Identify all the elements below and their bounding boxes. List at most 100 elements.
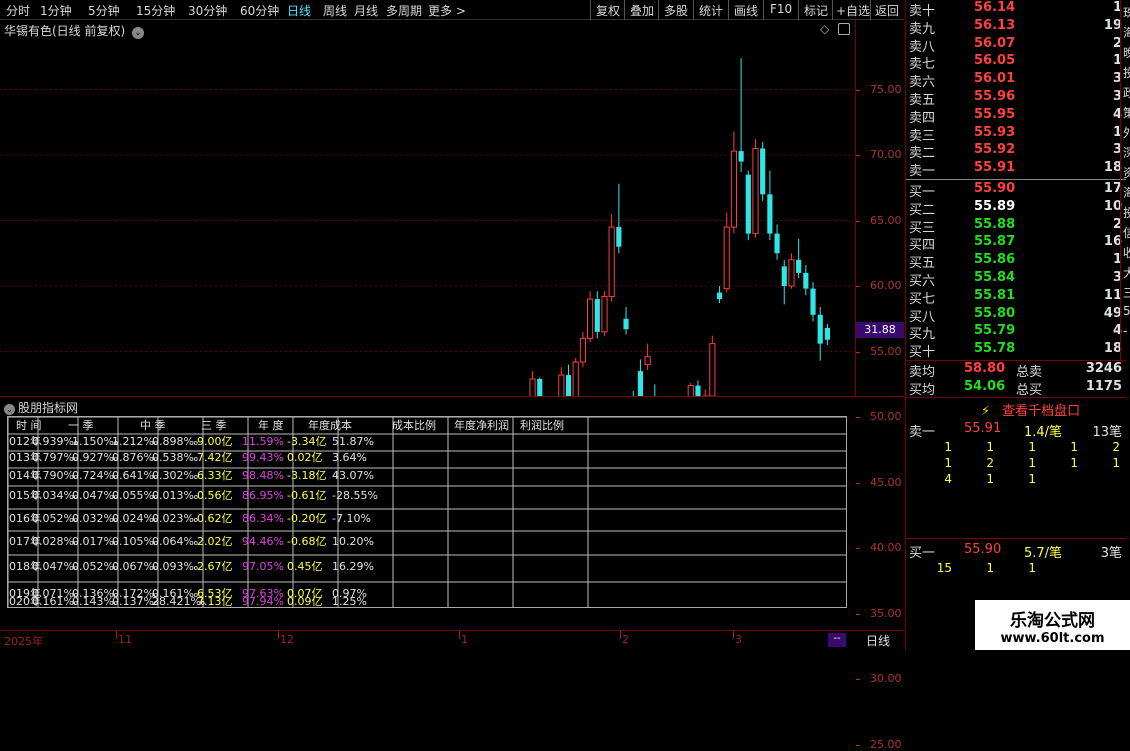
tab-fenshi[interactable]: 分时 [6,2,30,19]
statistics-button[interactable]: 统计 [699,2,723,19]
queue-order: 1 [1112,456,1120,470]
tab-15min[interactable]: 15分钟 [136,2,175,19]
ask-row[interactable]: 卖七 56.05 1 [906,53,1126,72]
watermark-logo: 乐淘公式网 www.60lt.com [975,600,1130,650]
bid-row[interactable]: 买三 55.88 2 [906,216,1126,236]
bid-row[interactable]: 买四 55.87 16 [906,234,1126,253]
bid-row[interactable]: 买九 55.79 4 [906,323,1126,342]
ask-row[interactable]: 卖五 55.96 3 [906,89,1126,108]
queue-avg: 1.4/笔 [1024,425,1063,440]
queue-order: 1 [1028,440,1036,454]
ask-row[interactable]: 卖二 55.92 3 [906,142,1126,161]
ask-row[interactable]: 卖六 56.01 3 [906,71,1126,90]
total-value: 1175 [1085,379,1122,394]
avg-label: 卖均 [909,365,936,380]
queue-price: 55.90 [964,542,1002,557]
candle-body [587,298,594,339]
candle-body [774,233,780,254]
table-header: 中 季 [140,419,166,432]
ask-row[interactable]: 卖一 55.91 18 [906,160,1126,179]
candle-body [803,272,809,289]
table-cell: 99.43% [242,451,284,464]
f10-button[interactable]: F10 [770,2,792,16]
table-cell: 0.45亿 [287,560,323,573]
table-header: 三 季 [201,419,227,432]
bid-row[interactable]: 买十 55.78 18 [906,341,1126,360]
bid-row[interactable]: 买二 55.89 10 [906,199,1126,218]
tab-daily[interactable]: 日线 [287,2,311,19]
bid-row[interactable]: 买一 55.90 17 [906,181,1126,200]
date-tick [459,631,460,639]
bid-row[interactable]: 买五 55.86 1 [906,252,1126,271]
add-watchlist-button[interactable]: +自选 [836,2,870,19]
date-label-dec: 12 [280,633,294,646]
ask-row[interactable]: 卖九 56.13 19 [906,18,1126,37]
candle-body [594,299,600,332]
back-button[interactable]: 返回 [875,2,899,19]
ask-row[interactable]: 卖四 55.95 4 [906,107,1126,126]
chevron-down-icon[interactable]: ⌄ [4,404,15,415]
tab-5min[interactable]: 5分钟 [88,2,120,19]
candle-body [788,259,795,287]
logo-url: www.60lt.com [1000,631,1105,646]
queue-order: 1 [1028,472,1036,486]
queue-header: 买一 55.90 5.7/笔 3笔 [906,542,1126,561]
date-label-nov: 11 [118,633,132,646]
bid-price: 55.88 [974,216,1016,232]
bid-row[interactable]: 买八 55.80 49 [906,305,1126,325]
candle-body [767,194,773,234]
toolbar-divider [658,0,659,20]
edge-char: 海 [1123,24,1130,41]
bottom-period-label[interactable]: 日线 [866,632,890,649]
bid-row[interactable]: 买六 55.84 3 [906,270,1126,289]
tab-weekly[interactable]: 周线 [323,2,347,19]
edge-char: 收 [1123,244,1130,261]
bid-label: 买七 [909,291,936,307]
tab-monthly[interactable]: 月线 [354,2,378,19]
bid-price: 55.81 [974,287,1016,303]
y-tick-mark [856,548,860,549]
toolbar-divider [624,0,625,20]
lightning-icon: ⚡ [981,404,991,419]
queue-order: 1 [986,561,994,575]
bid-price: 55.80 [974,305,1016,321]
queue-order: 1 [986,440,994,454]
section-divider [906,397,1126,398]
edge-char: 投 [1123,204,1130,221]
table-cell: 6.33亿 [197,469,233,482]
right-edge-strip: 珠海晚投政策外深资海投信收大三5- [1120,0,1130,360]
date-label-jan: 1 [461,633,468,646]
edge-char: 珠 [1123,4,1130,21]
table-cell: 97.05% [242,560,284,573]
scroll-end-marker[interactable]: -- [828,633,846,647]
queue-avg: 5.7/笔 [1024,546,1063,561]
date-tick [278,631,279,639]
view-depth-button[interactable]: ⚡ 查看千档盘口 [981,400,1080,419]
overlay-button[interactable]: 叠加 [630,2,654,19]
y-tick-label: 40.00 [870,541,902,554]
tab-60min[interactable]: 60分钟 [240,2,279,19]
indicator-name: 股朋指标网 [18,401,79,415]
bid-row[interactable]: 买七 55.81 11 [906,287,1126,307]
tab-more[interactable]: 更多 > [428,2,466,19]
edge-char: 深 [1123,144,1130,161]
queue-order: 1 [1028,456,1036,470]
y-tick-label: 55.00 [870,344,902,358]
ask-row[interactable]: 卖三 55.93 1 [906,125,1126,144]
total-value: 3246 [1085,361,1122,376]
ask-row[interactable]: 卖八 56.07 2 [906,36,1126,55]
candle-body [752,147,759,235]
candle-body [616,227,622,247]
multi-stock-button[interactable]: 多股 [664,2,688,19]
tab-1min[interactable]: 1分钟 [40,2,72,19]
mark-button[interactable]: 标记 [804,2,828,19]
candlestick-chart[interactable] [0,20,855,397]
tab-multi-period[interactable]: 多周期 [386,2,422,19]
tab-30min[interactable]: 30分钟 [188,2,227,19]
spread-divider [906,179,1126,180]
restore-rights-button[interactable]: 复权 [596,2,620,19]
ask-row[interactable]: 卖十 56.14 1 [906,0,1126,19]
draw-line-button[interactable]: 画线 [734,2,758,19]
ask-label: 卖十 [909,4,936,19]
queue-label: 买一 [909,546,936,561]
